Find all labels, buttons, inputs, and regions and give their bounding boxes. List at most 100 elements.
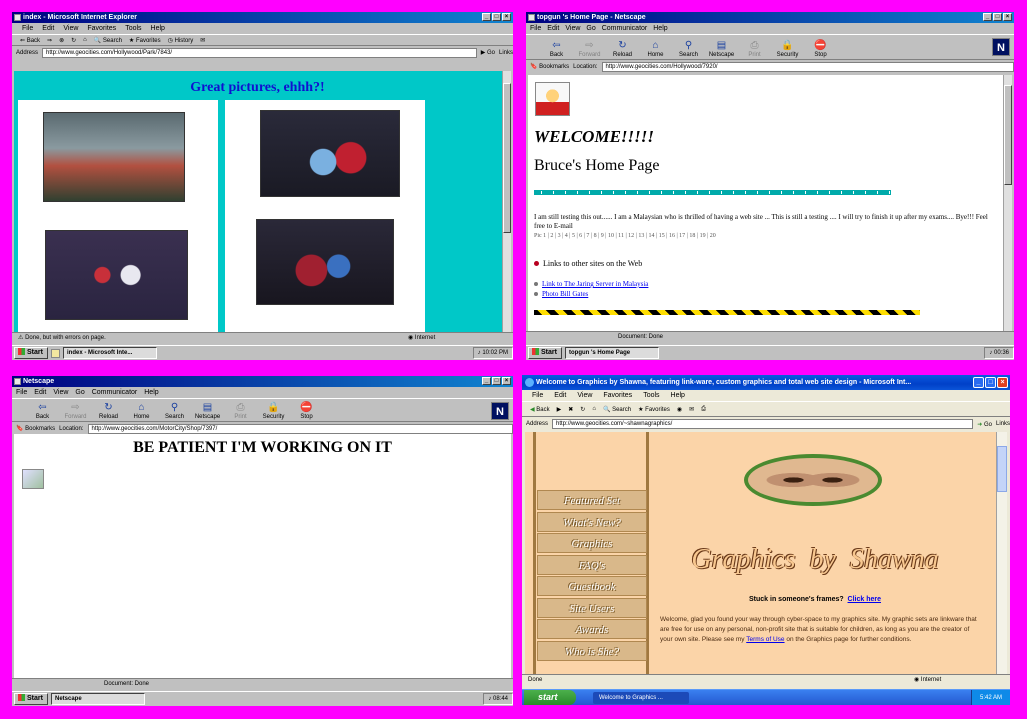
nav-whats-new[interactable]: What's New? (537, 512, 647, 532)
search-button[interactable]: ⚲ Search (158, 402, 191, 421)
menu-file[interactable]: File (16, 387, 27, 398)
menu-edit[interactable]: Edit (42, 23, 54, 34)
close-button[interactable]: × (997, 377, 1008, 388)
taskbar-task-netscape[interactable]: topgun 's Home Page (565, 347, 659, 359)
taskbar-task-ie[interactable]: Welcome to Graphics ... (593, 691, 689, 704)
maximize-button[interactable]: □ (492, 13, 501, 21)
menu-edit[interactable]: Edit (34, 387, 46, 398)
nav-featured-set[interactable]: Featured Set (537, 490, 647, 510)
stop-button[interactable]: ⛔ Stop (290, 402, 323, 421)
print-button[interactable]: ⎙ Print (224, 402, 257, 421)
nav-graphics[interactable]: Graphics (537, 533, 647, 553)
menu-file[interactable]: File (530, 23, 541, 34)
refresh-button[interactable]: ↻ (71, 37, 76, 44)
nav-guestbook[interactable]: Guestbook (537, 576, 647, 596)
menu-edit[interactable]: Edit (554, 390, 566, 401)
netscape-button[interactable]: ▤ Netscape (705, 40, 738, 59)
home-button[interactable]: ⌂ Home (125, 402, 158, 421)
search-button[interactable]: 🔍 Search (94, 37, 122, 44)
quicklaunch-icon[interactable] (51, 348, 60, 358)
start-button[interactable]: Start (528, 347, 562, 359)
taskbar-task-ie[interactable]: index - Microsoft Inte... (63, 347, 157, 359)
menu-edit[interactable]: Edit (547, 23, 559, 34)
back-button[interactable]: ◀ Back (530, 406, 550, 413)
vertical-scrollbar[interactable] (1003, 75, 1012, 331)
start-button[interactable]: Start (14, 347, 48, 359)
home-button[interactable]: ⌂ Home (639, 40, 672, 59)
go-button[interactable]: ➜ Go (977, 421, 992, 428)
back-button[interactable]: ⇐ Back (20, 37, 40, 44)
menu-help[interactable]: Help (671, 390, 685, 401)
menu-file[interactable]: File (22, 23, 33, 34)
minimize-button[interactable]: _ (983, 13, 992, 21)
nav-awards[interactable]: Awards (537, 619, 647, 639)
bookmarks-button[interactable]: 🔖 Bookmarks (530, 63, 569, 70)
close-button[interactable]: × (502, 13, 511, 21)
menu-help[interactable]: Help (151, 23, 165, 34)
back-button[interactable]: ⇦ Back (540, 40, 573, 59)
forward-button[interactable]: ⇨ Forward (59, 402, 92, 421)
link-bill-gates[interactable]: Photo Bill Gates (534, 290, 588, 298)
menu-help[interactable]: Help (144, 387, 158, 398)
stop-button[interactable]: ⛔ Stop (804, 40, 837, 59)
bookmarks-button[interactable]: 🔖 Bookmarks (16, 425, 55, 432)
location-input[interactable]: http://www.geocities.com/Hollywood/7920/ (601, 61, 1014, 72)
picture-links[interactable]: Pic 1 | 2 | 3 | 4 | 5 | 6 | 7 | 8 | 9 | … (534, 233, 716, 239)
minimize-button[interactable]: _ (482, 377, 491, 385)
taskbar-task-netscape[interactable]: Netscape (51, 693, 145, 705)
mail-button[interactable]: ✉ (200, 37, 205, 44)
speaker-icon[interactable]: ♪ (478, 350, 481, 356)
terms-link[interactable]: Terms of Use (746, 636, 784, 643)
vertical-scrollbar[interactable] (502, 71, 511, 335)
print-button[interactable]: ⎙ Print (738, 40, 771, 59)
vertical-scrollbar[interactable] (996, 432, 1007, 674)
close-button[interactable]: × (1003, 13, 1012, 21)
print-button[interactable]: ⎙ (701, 406, 706, 413)
history-button[interactable]: ◷ History (168, 37, 194, 44)
nav-site-users[interactable]: Site Users (537, 598, 647, 618)
minimize-button[interactable]: _ (482, 13, 491, 21)
home-button[interactable]: ⌂ (83, 37, 87, 43)
netscape-logo[interactable]: N (491, 402, 509, 420)
menu-tools[interactable]: Tools (125, 23, 141, 34)
mail-button[interactable]: ✉ (689, 406, 694, 413)
click-here-link[interactable]: Click here (848, 596, 881, 603)
stop-button[interactable]: ✖ (568, 406, 573, 413)
menu-go[interactable]: Go (586, 23, 595, 34)
netscape-button[interactable]: ▤ Netscape (191, 402, 224, 421)
forward-button[interactable]: ⇒ (47, 37, 52, 44)
favorites-button[interactable]: ★ Favorites (129, 37, 161, 44)
favorites-button[interactable]: ★ Favorites (638, 406, 670, 413)
forward-button[interactable]: ▶ (557, 406, 562, 413)
media-button[interactable]: ◉ (677, 406, 682, 413)
reload-button[interactable]: ↻ Reload (606, 40, 639, 59)
menu-go[interactable]: Go (75, 387, 84, 398)
links-button[interactable]: Links (499, 50, 513, 56)
menu-tools[interactable]: Tools (643, 390, 659, 401)
home-button[interactable]: ⌂ (592, 406, 596, 412)
forward-button[interactable]: ⇨ Forward (573, 40, 606, 59)
maximize-button[interactable]: □ (985, 377, 996, 388)
search-button[interactable]: ⚲ Search (672, 40, 705, 59)
menu-favorites[interactable]: Favorites (87, 23, 116, 34)
search-button[interactable]: 🔍 Search (603, 406, 631, 413)
speaker-icon[interactable]: ♪ (488, 696, 491, 702)
menu-view[interactable]: View (63, 23, 78, 34)
nav-faqs[interactable]: FAQ's (537, 555, 647, 575)
start-button[interactable]: Start (14, 693, 48, 705)
menu-communicator[interactable]: Communicator (92, 387, 138, 398)
menu-communicator[interactable]: Communicator (602, 23, 648, 34)
menu-view[interactable]: View (53, 387, 68, 398)
close-button[interactable]: × (502, 377, 511, 385)
menu-favorites[interactable]: Favorites (603, 390, 632, 401)
address-input[interactable]: http://www.geocities.com/Hollywood/Park/… (42, 47, 477, 58)
menu-view[interactable]: View (577, 390, 592, 401)
reload-button[interactable]: ↻ Reload (92, 402, 125, 421)
location-input[interactable]: http://www.geocities.com/MotorCity/Shop/… (87, 423, 513, 434)
address-input[interactable]: http://www.geocities.com/~shawnagraphics… (552, 419, 974, 429)
link-jaring[interactable]: Link to The Jaring Server in Malaysia (534, 280, 648, 288)
maximize-button[interactable]: □ (492, 377, 501, 385)
links-button[interactable]: Links (996, 421, 1010, 427)
minimize-button[interactable]: _ (973, 377, 984, 388)
security-button[interactable]: 🔒 Security (771, 40, 804, 59)
